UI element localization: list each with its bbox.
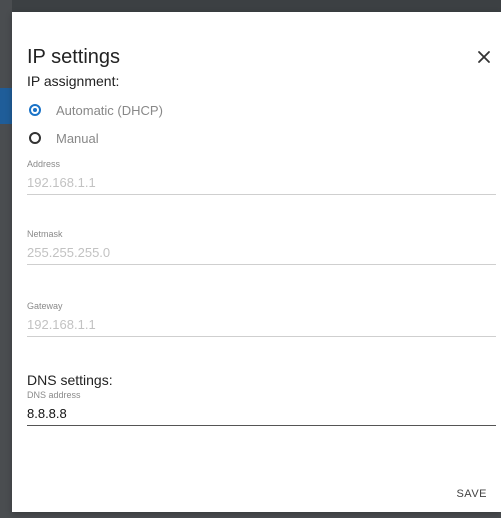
dns-address-field: DNS address xyxy=(27,390,496,426)
backdrop-left xyxy=(0,0,12,518)
backdrop-bottom xyxy=(0,512,501,518)
save-button[interactable]: SAVE xyxy=(452,486,491,502)
backdrop-accent xyxy=(0,88,12,124)
dns-settings-heading: DNS settings: xyxy=(27,372,113,388)
gateway-input[interactable] xyxy=(27,313,496,337)
radio-unchecked-icon[interactable] xyxy=(29,132,41,144)
radio-manual[interactable]: Manual xyxy=(29,129,99,147)
address-input[interactable] xyxy=(27,171,496,195)
radio-checked-icon[interactable] xyxy=(29,104,41,116)
gateway-field: Gateway xyxy=(27,301,496,337)
radio-automatic-label: Automatic (DHCP) xyxy=(56,102,163,118)
address-field: Address xyxy=(27,159,496,195)
backdrop-top xyxy=(0,0,501,12)
address-label: Address xyxy=(27,159,61,169)
dialog-title: IP settings xyxy=(27,46,121,68)
dns-address-label: DNS address xyxy=(27,390,81,400)
netmask-field: Netmask xyxy=(27,229,496,265)
dns-address-input[interactable] xyxy=(27,402,496,426)
radio-automatic-dhcp[interactable]: Automatic (DHCP) xyxy=(29,101,163,119)
ip-assignment-label: IP assignment: xyxy=(27,73,120,89)
close-icon[interactable] xyxy=(473,46,495,68)
ip-settings-dialog: IP settings IP assignment: Automatic (DH… xyxy=(12,12,501,512)
netmask-input[interactable] xyxy=(27,241,496,265)
netmask-label: Netmask xyxy=(27,229,63,239)
radio-manual-label: Manual xyxy=(56,130,99,146)
gateway-label: Gateway xyxy=(27,301,63,311)
